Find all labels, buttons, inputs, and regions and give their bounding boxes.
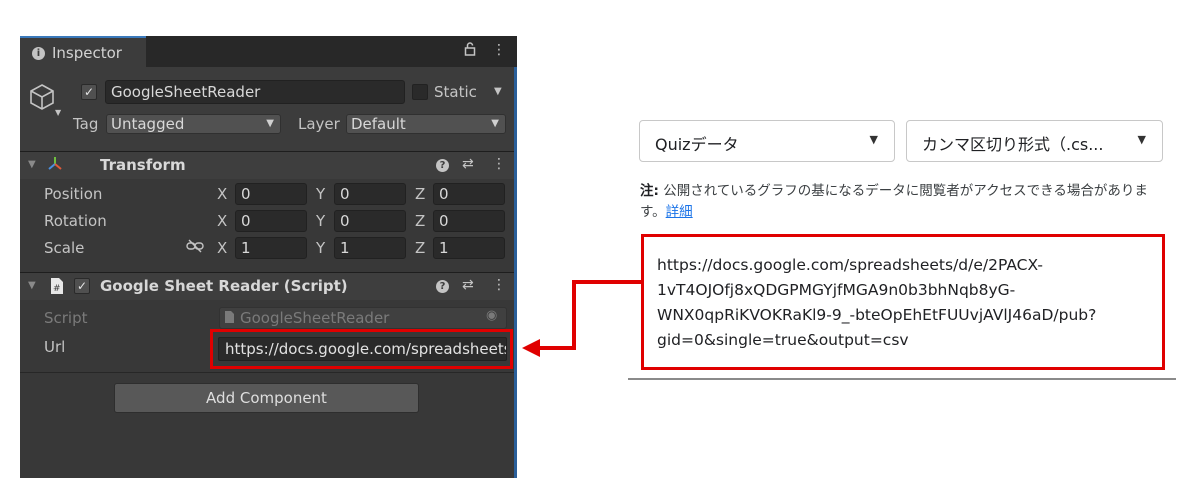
dropdown-triangle-icon: ▼ — [869, 133, 878, 146]
url-line: 1vT4OJOfj8xQDGPMGYjfMGA9n0b3bhNqb8yG- — [657, 281, 1016, 299]
url-line: https://docs.google.com/spreadsheets/d/e… — [657, 256, 1043, 274]
url-line: WNX0qpRiKVOKRaKl9-9_-bteOpEhEtFUUvjAVlJ4… — [657, 306, 1097, 324]
sheet-select-dropdown[interactable]: Quizデータ ▼ — [639, 120, 895, 162]
note-prefix: 注: — [640, 183, 659, 199]
connector-line — [537, 280, 641, 350]
published-url-text: https://docs.google.com/spreadsheets/d/e… — [657, 253, 1096, 353]
arrow-head-icon — [522, 339, 540, 357]
published-url-box[interactable]: https://docs.google.com/spreadsheets/d/e… — [641, 234, 1165, 370]
publish-note: 注: 公開されているグラフの基になるデータに閲覧者がアクセスできる場合があります… — [640, 181, 1160, 223]
dropdown-triangle-icon: ▼ — [1137, 133, 1146, 146]
format-select-value: カンマ区切り形式（.cs... — [922, 135, 1104, 154]
sheet-select-value: Quizデータ — [655, 135, 739, 154]
url-field-underline — [628, 378, 1176, 380]
format-select-dropdown[interactable]: カンマ区切り形式（.cs... ▼ — [906, 120, 1163, 162]
url-line: gid=0&single=true&output=csv — [657, 331, 909, 349]
note-text: 公開されているグラフの基になるデータに閲覧者がアクセスできる場合があります。 — [640, 183, 1148, 220]
note-details-link[interactable]: 詳細 — [666, 204, 693, 220]
